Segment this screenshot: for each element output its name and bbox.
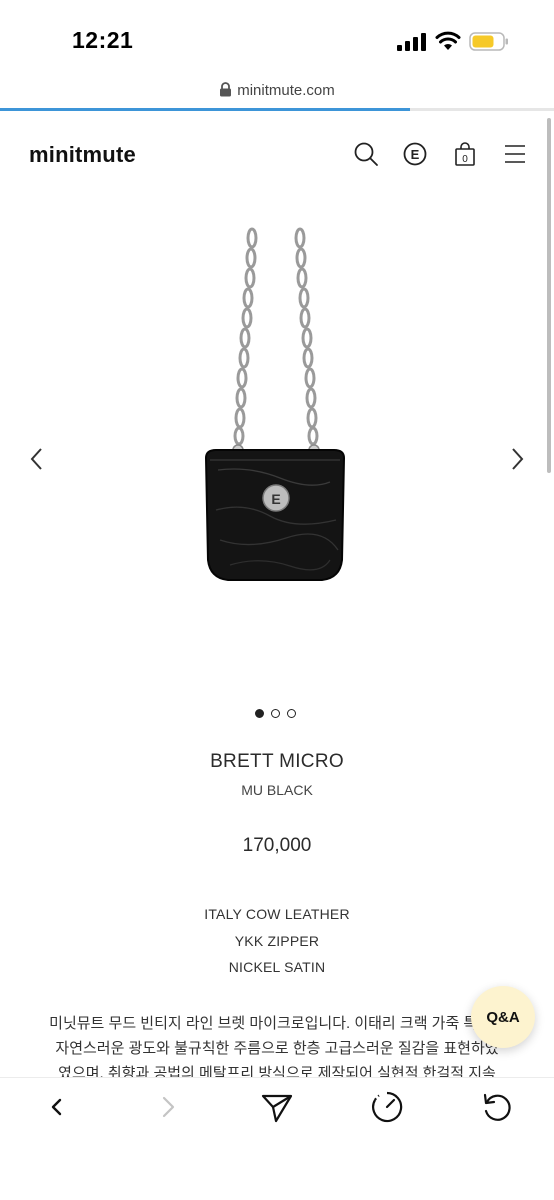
gallery-dot[interactable] [287,709,296,718]
product-spec: ITALY COW LEATHER [204,906,350,922]
product-spec: NICKEL SATIN [228,959,326,975]
product-name: BRETT MICRO [210,751,344,772]
status-time: 12:21 [72,27,134,53]
forward-icon[interactable] [151,1090,185,1124]
description-line: 자연스러운 광도와 불규칙한 주름으로 한층 고급스러운 질감을 표현하였 [55,1040,499,1057]
cellular-signal-icon [397,33,426,51]
product-image[interactable]: E [190,220,360,590]
wifi-icon [435,31,461,50]
share-icon[interactable] [260,1090,294,1124]
description-line: 였으며, 취향과 공법의 메탈프리 방식으로 제작되어 실현적 한걸적 지속 [58,1065,496,1077]
gallery-dot[interactable] [271,709,280,718]
gallery-next-icon[interactable] [510,446,526,472]
product-color: MU BLACK [241,782,313,798]
site-logo[interactable]: minitmute [29,142,136,168]
brand-mark-letter: E [411,147,420,162]
url-text: minitmute.com [237,82,335,99]
browser-toolbar [0,1077,554,1200]
menu-icon[interactable] [502,141,528,167]
bag-icon[interactable]: 0 [452,141,478,167]
gallery-pagination[interactable] [255,709,305,721]
lock-icon [220,82,232,97]
gallery-prev-icon[interactable] [28,446,44,472]
product-gallery[interactable]: E [0,210,554,700]
status-bar: 12:21 [0,0,554,78]
product-spec: YKK ZIPPER [234,933,320,949]
battery-icon [469,32,508,51]
speed-icon[interactable] [370,1090,404,1124]
product-badge-letter: E [271,491,280,507]
bag-count: 0 [462,154,468,165]
product-price: 170,000 [242,835,312,856]
brand-icon[interactable]: E [402,141,428,167]
address-bar[interactable]: minitmute.com [0,78,554,108]
back-icon[interactable] [40,1090,74,1124]
search-icon[interactable] [353,141,379,167]
gallery-dot[interactable] [255,709,264,718]
reload-icon[interactable] [480,1090,514,1124]
qa-button[interactable]: Q&A [471,986,535,1048]
site-header: minitmute E 0 [0,111,554,201]
